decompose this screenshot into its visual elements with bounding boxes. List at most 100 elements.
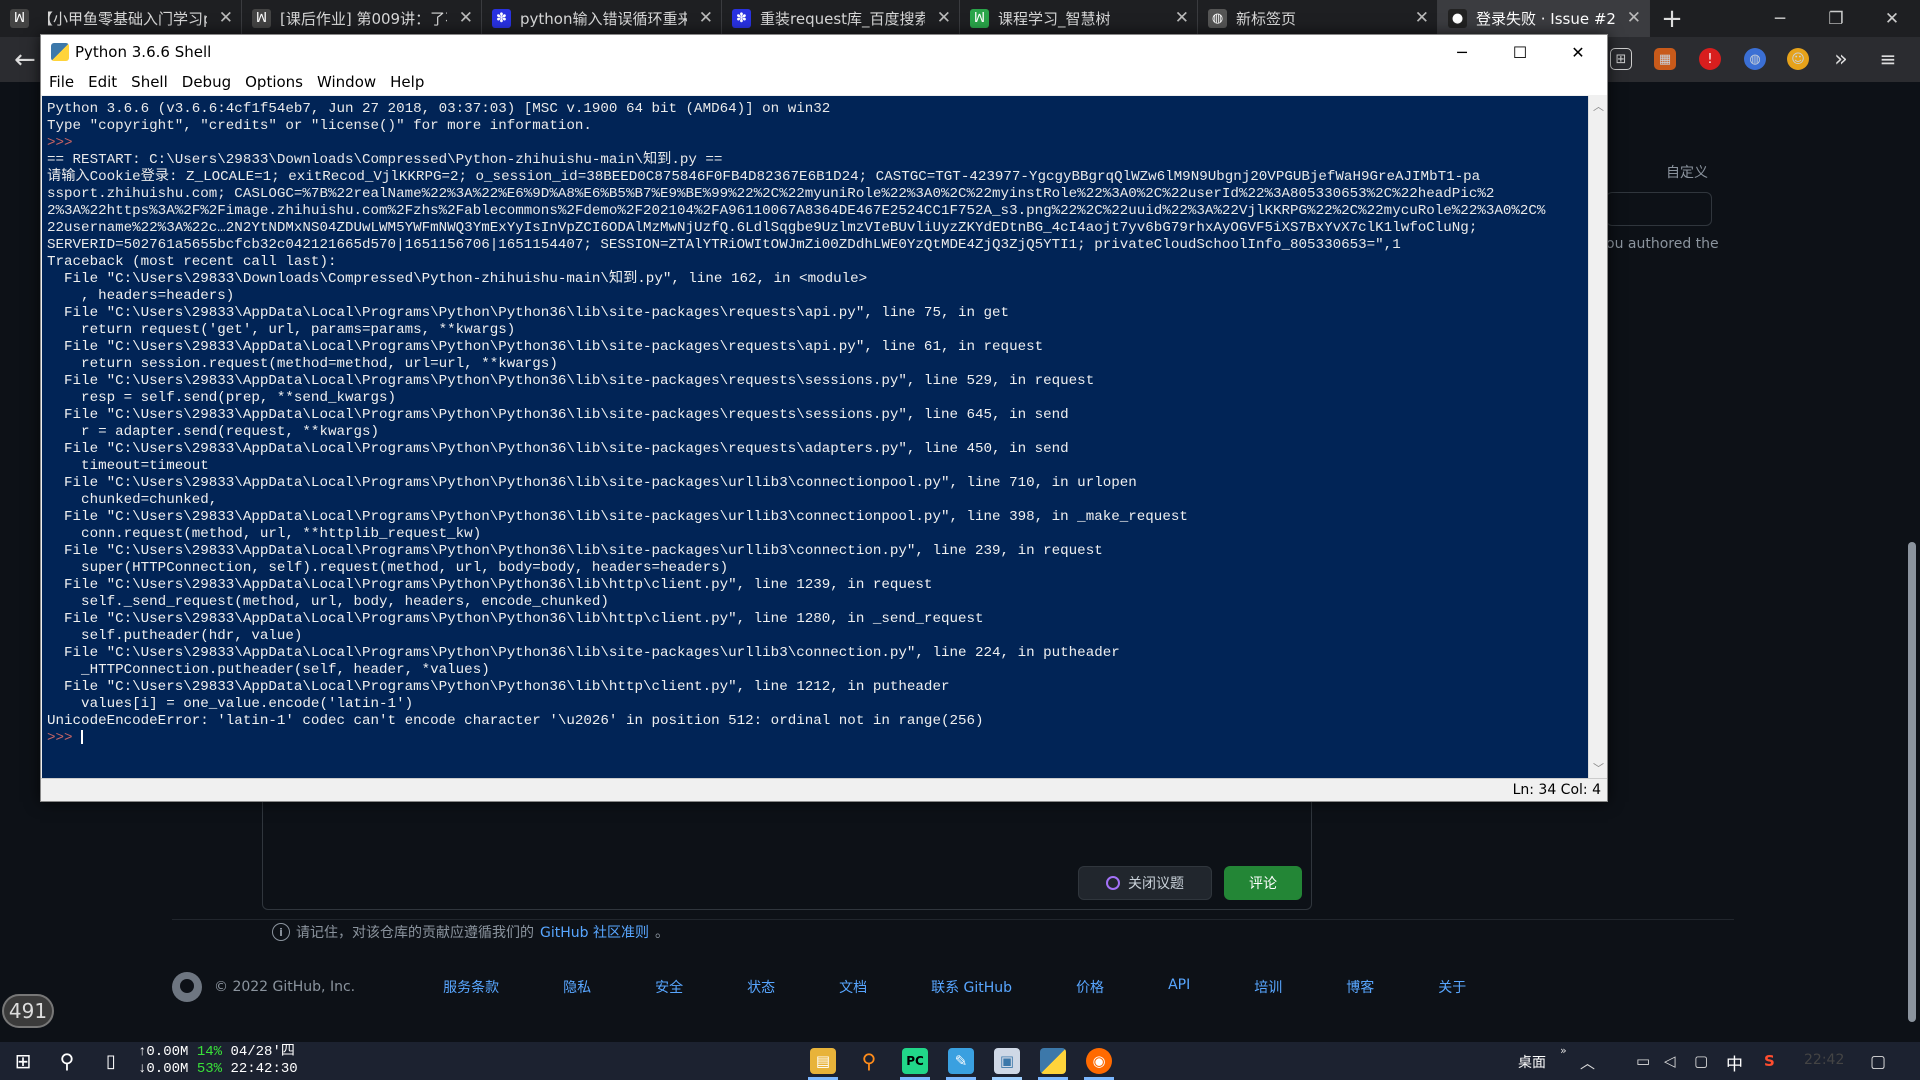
network-monitor: ↑0.00M 14% 04/28'四 ↓0.00M 53% 22:42:30 xyxy=(138,1044,298,1078)
tab-3[interactable]: ✽ python输入错误循环重来 ✕ xyxy=(482,0,722,37)
input-language[interactable]: 中 xyxy=(1726,1050,1743,1075)
task-view-icon[interactable]: ▯ xyxy=(98,1048,124,1074)
notification-icon[interactable]: ▢ xyxy=(1870,1052,1886,1072)
footer-link[interactable]: 服务条款 xyxy=(443,977,499,997)
tab-close-icon[interactable]: ✕ xyxy=(699,8,713,28)
menu-icon[interactable]: ≡ xyxy=(1877,47,1899,71)
tray-clock[interactable]: 22:42 xyxy=(1804,1052,1844,1068)
footer-link[interactable]: 隐私 xyxy=(563,977,591,997)
net-down-pct: 53% xyxy=(196,1061,223,1077)
new-tab-button[interactable]: + xyxy=(1650,0,1694,37)
shell-maximize-icon[interactable]: ☐ xyxy=(1491,35,1549,69)
tab-2[interactable]: ꟽ [课后作业] 第009讲：了不 ✕ xyxy=(242,0,482,37)
footer-link[interactable]: 安全 xyxy=(655,977,683,997)
more-extensions-icon[interactable]: » xyxy=(1830,47,1852,72)
console-line: super(HTTPConnection, self).request(meth… xyxy=(47,560,729,576)
page-scrollbar[interactable] xyxy=(1908,542,1916,1022)
menu-shell[interactable]: Shell xyxy=(131,73,168,91)
console-line: File "C:\Users\29833\AppData\Local\Progr… xyxy=(47,305,1010,321)
sogou-input-icon[interactable]: S xyxy=(1764,1052,1775,1070)
console-line: File "C:\Users\29833\AppData\Local\Progr… xyxy=(47,373,1095,389)
menu-file[interactable]: File xyxy=(49,73,74,91)
search-icon[interactable]: ⚲ xyxy=(54,1048,80,1074)
sidebar-select-box[interactable] xyxy=(1606,192,1712,226)
cursor-position: Ln: 34 Col: 4 xyxy=(1512,782,1601,798)
menu-window[interactable]: Window xyxy=(317,73,376,91)
tab-close-icon[interactable]: ✕ xyxy=(219,8,233,28)
menu-debug[interactable]: Debug xyxy=(182,73,231,91)
toolbar-expand-icon[interactable]: » xyxy=(1560,1044,1567,1057)
scroll-up-icon[interactable]: ︿ xyxy=(1593,98,1604,114)
footer-copyright: © 2022 GitHub, Inc. xyxy=(214,979,356,995)
console-line: 2%3A%22https%3A%2F%2Fimage.zhihuishu.com… xyxy=(47,203,1546,219)
menu-options[interactable]: Options xyxy=(245,73,303,91)
tab-close-icon[interactable]: ✕ xyxy=(1175,8,1189,28)
console-line: File "C:\Users\29833\AppData\Local\Progr… xyxy=(47,475,1137,491)
tab-5[interactable]: ꟽ 课程学习_智慧树 ✕ xyxy=(960,0,1198,37)
community-guidelines-link[interactable]: GitHub 社区准则 xyxy=(540,922,649,942)
footer-link[interactable]: 博客 xyxy=(1346,977,1374,997)
tab-close-icon[interactable]: ✕ xyxy=(459,8,473,28)
shell-close-icon[interactable]: ✕ xyxy=(1549,35,1607,69)
tab-4[interactable]: ✽ 重装request库_百度搜索 ✕ xyxy=(722,0,960,37)
menu-edit[interactable]: Edit xyxy=(88,73,117,91)
console-line: File "C:\Users\29833\AppData\Local\Progr… xyxy=(47,543,1103,559)
footer-link[interactable]: 文档 xyxy=(839,977,867,997)
restore-icon[interactable]: ❐ xyxy=(1808,0,1864,37)
firefox-icon[interactable]: ◉ xyxy=(1086,1048,1112,1074)
network-icon[interactable]: ▢ xyxy=(1694,1052,1708,1070)
close-icon[interactable]: ✕ xyxy=(1864,0,1920,37)
menu-help[interactable]: Help xyxy=(390,73,424,91)
shell-minimize-icon[interactable]: ─ xyxy=(1433,35,1491,69)
customize-link[interactable]: 自定义 xyxy=(1666,162,1708,182)
tab-label: [课后作业] 第009讲：了不 xyxy=(280,10,447,28)
console-scrollbar[interactable]: ︿ ﹀ xyxy=(1588,96,1607,778)
comment-button[interactable]: 评论 xyxy=(1224,866,1302,900)
tab-1[interactable]: ꟽ 【小甲鱼零基础入门学习p ✕ xyxy=(0,0,242,37)
console-line: 22username%22%3A%22c…2N2YtNDMxNS04ZDUwLW… xyxy=(47,220,1478,236)
footer-link[interactable]: 价格 xyxy=(1076,977,1104,997)
console-line: Type "copyright", "credits" or "license(… xyxy=(47,118,592,134)
shell-console[interactable]: Python 3.6.6 (v3.6.6:4cf1f54eb7, Jun 27 … xyxy=(42,96,1588,778)
tab-close-icon[interactable]: ✕ xyxy=(1627,8,1641,28)
shell-title: Python 3.6.6 Shell xyxy=(75,43,212,61)
red-extension-icon[interactable]: ! xyxy=(1699,48,1721,70)
baidu-icon: ✽ xyxy=(492,9,511,28)
globe-extension-icon[interactable]: ◍ xyxy=(1744,48,1766,70)
close-issue-button[interactable]: 关闭议题 xyxy=(1078,866,1212,900)
footer-link[interactable]: 联系 GitHub xyxy=(931,977,1012,997)
footer-link[interactable]: 状态 xyxy=(747,977,775,997)
volume-icon[interactable]: ◁ xyxy=(1664,1052,1676,1070)
search-tool-icon[interactable]: ⚲ xyxy=(856,1048,882,1074)
minimize-icon[interactable]: ─ xyxy=(1752,0,1808,37)
tab-close-icon[interactable]: ✕ xyxy=(937,8,951,28)
tab-7[interactable]: ● 登录失败 · Issue #2 · zhi ✕ xyxy=(1438,0,1650,37)
python-idle-icon[interactable]: ▣ xyxy=(994,1048,1020,1074)
console-line: >>> xyxy=(47,730,82,746)
python-shell-window: Python 3.6.6 Shell ─ ☐ ✕ File Edit Shell De… xyxy=(40,34,1608,802)
footer-link[interactable]: 培训 xyxy=(1254,977,1282,997)
footer-link[interactable]: 关于 xyxy=(1438,977,1466,997)
mosaic-extension-icon[interactable]: ▦ xyxy=(1654,48,1676,70)
shell-menubar: File Edit Shell Debug Options Window Help xyxy=(41,69,1607,95)
back-arrow-icon[interactable]: ← xyxy=(14,45,36,75)
console-line: self._send_request(method, url, body, he… xyxy=(47,594,609,610)
tray-expand-icon[interactable]: ︿ xyxy=(1580,1052,1595,1073)
console-line: chunked=chunked, xyxy=(47,492,218,508)
tab-6[interactable]: ◍ 新标签页 ✕ xyxy=(1198,0,1438,37)
file-explorer-icon[interactable]: ▤ xyxy=(810,1048,836,1074)
console-line: File "C:\Users\29833\AppData\Local\Progr… xyxy=(47,577,933,593)
footer-link[interactable]: API xyxy=(1168,977,1190,997)
scroll-down-icon[interactable]: ﹀ xyxy=(1593,760,1604,776)
screenshot-extension-icon[interactable]: ⊞ xyxy=(1610,48,1632,70)
pycharm-icon[interactable]: PC xyxy=(902,1048,928,1074)
github-logo-icon[interactable] xyxy=(172,972,202,1002)
avatar-extension-icon[interactable]: ☺ xyxy=(1787,48,1809,70)
console-line: File "C:\Users\29833\AppData\Local\Progr… xyxy=(47,441,1069,457)
notification-count-badge[interactable]: 491 xyxy=(2,994,54,1028)
windows-start-icon[interactable]: ⊞ xyxy=(10,1048,36,1074)
tab-close-icon[interactable]: ✕ xyxy=(1415,8,1429,28)
python-icon[interactable] xyxy=(1040,1048,1066,1074)
notepad-icon[interactable]: ✎ xyxy=(948,1048,974,1074)
desktop-toolbar-label[interactable]: 桌面 xyxy=(1518,1052,1546,1072)
